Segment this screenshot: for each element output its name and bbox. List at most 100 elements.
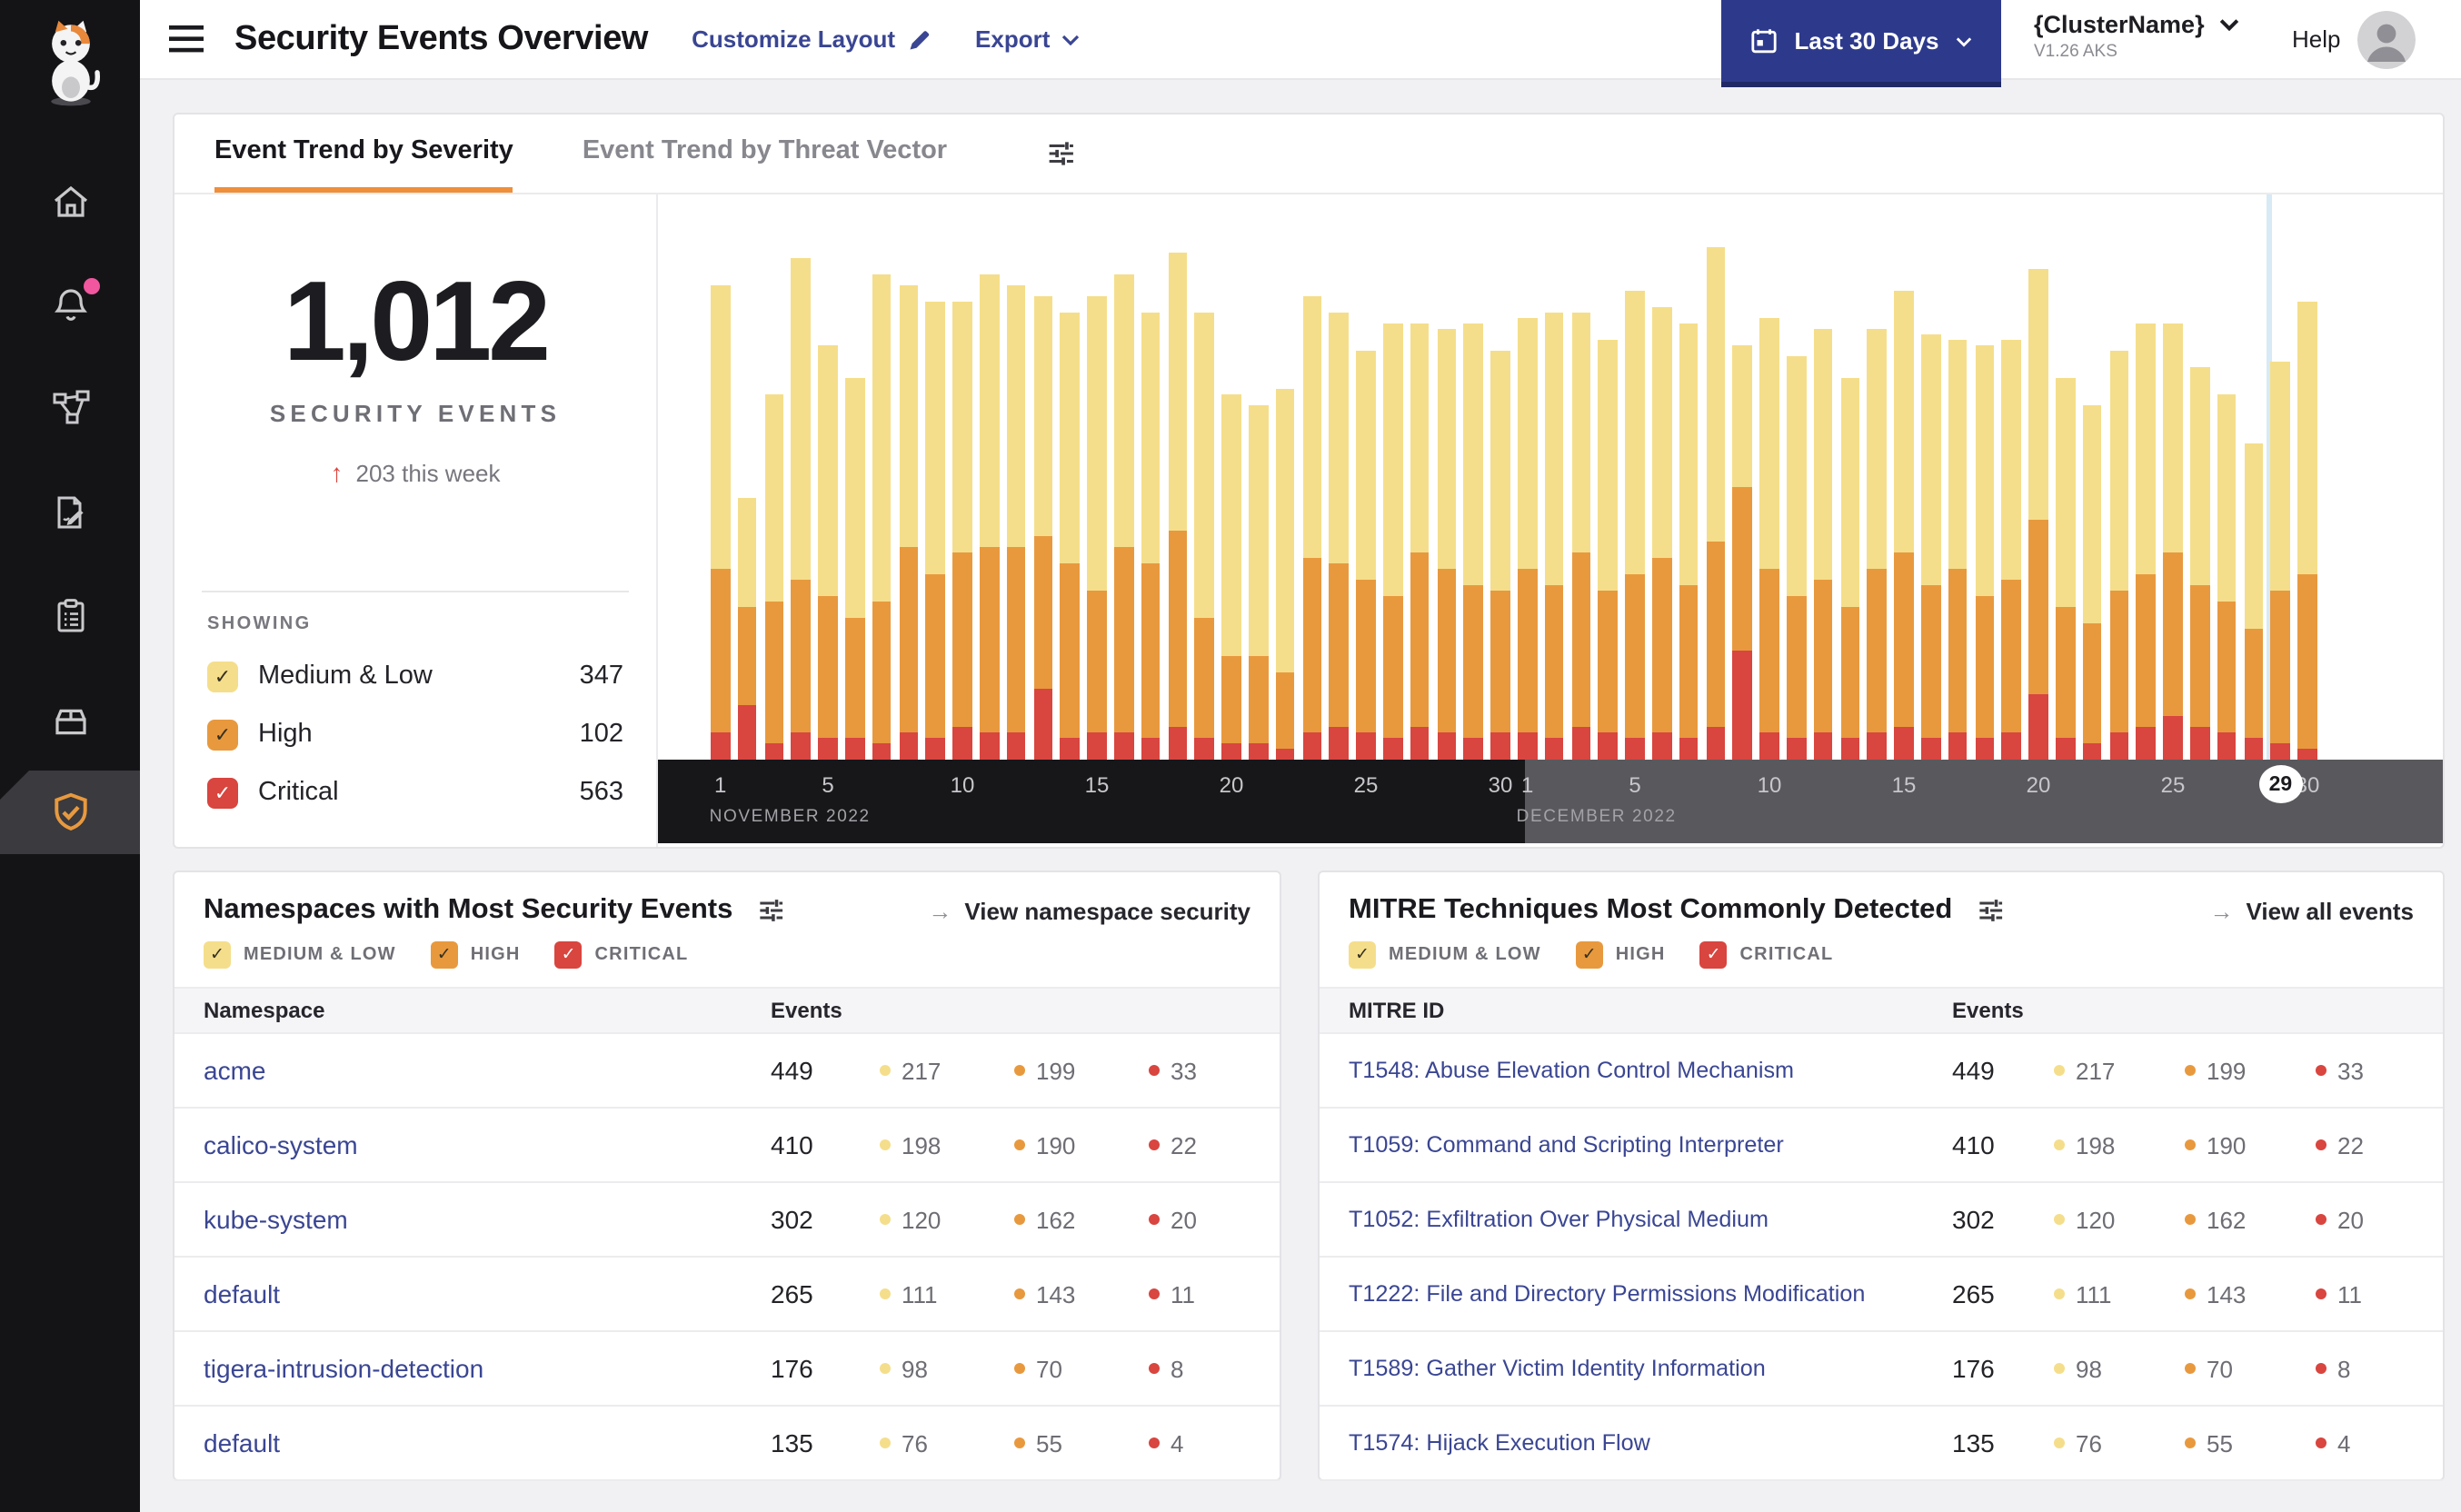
checkbox-high[interactable]: ✓ bbox=[1575, 941, 1603, 969]
namespaces-settings-icon[interactable] bbox=[756, 896, 785, 925]
chart-bar-day-7[interactable] bbox=[872, 274, 892, 760]
chart-bar-day-47[interactable] bbox=[1948, 340, 1968, 760]
sidebar-item-home[interactable] bbox=[0, 149, 140, 253]
row-link[interactable]: kube-system bbox=[204, 1205, 771, 1234]
chart-bar-day-3[interactable] bbox=[764, 394, 784, 760]
user-avatar[interactable] bbox=[2357, 11, 2416, 69]
sidebar-item-alerts[interactable] bbox=[0, 253, 140, 356]
chart-bar-day-32[interactable] bbox=[1544, 313, 1564, 760]
checkbox-high[interactable]: ✓ bbox=[207, 719, 238, 750]
chart-bar-day-58[interactable] bbox=[2244, 443, 2264, 760]
row-link[interactable]: calico-system bbox=[204, 1130, 771, 1159]
chart-bar-day-40[interactable] bbox=[1759, 318, 1779, 760]
chart-bar-day-41[interactable] bbox=[1787, 356, 1807, 760]
customize-layout-link[interactable]: Customize Layout bbox=[692, 25, 932, 53]
chart-bar-day-15[interactable] bbox=[1087, 296, 1107, 760]
legend-item-medium-low[interactable]: ✓ Medium & Low 347 bbox=[207, 647, 623, 705]
chart-bar-day-6[interactable] bbox=[845, 378, 865, 760]
view-namespace-security-link[interactable]: → View namespace security bbox=[928, 897, 1250, 924]
filter-critical[interactable]: ✓ CRITICAL bbox=[1699, 941, 1834, 969]
chart-bar-day-5[interactable] bbox=[818, 345, 838, 760]
trend-settings-icon[interactable] bbox=[1045, 138, 1076, 169]
chart-bar-day-38[interactable] bbox=[1706, 247, 1726, 760]
chart-bar-day-54[interactable] bbox=[2136, 323, 2157, 760]
chart-bar-day-45[interactable] bbox=[1894, 291, 1914, 760]
chart-bar-day-28[interactable] bbox=[1437, 329, 1457, 760]
chart-bar-day-9[interactable] bbox=[925, 302, 946, 760]
chart-bar-day-23[interactable] bbox=[1302, 296, 1322, 760]
chart-bar-day-51[interactable] bbox=[2056, 378, 2076, 760]
checkbox-high[interactable]: ✓ bbox=[430, 941, 458, 969]
chart-bar-day-21[interactable] bbox=[1249, 405, 1269, 760]
mitre-settings-icon[interactable] bbox=[1976, 896, 2005, 925]
chart-bar-day-20[interactable] bbox=[1221, 394, 1241, 760]
row-link[interactable]: acme bbox=[204, 1056, 771, 1085]
chart-bar-day-17[interactable] bbox=[1141, 313, 1161, 760]
chart-bar-day-34[interactable] bbox=[1598, 340, 1619, 760]
row-link[interactable]: T1589: Gather Victim Identity Informatio… bbox=[1349, 1356, 1952, 1381]
help-link[interactable]: Help bbox=[2292, 25, 2341, 53]
row-link[interactable]: T1574: Hijack Execution Flow bbox=[1349, 1430, 1952, 1456]
tab-event-trend-by-threat-vector[interactable]: Event Trend by Threat Vector bbox=[583, 114, 947, 193]
row-link[interactable]: T1059: Command and Scripting Interpreter bbox=[1349, 1132, 1952, 1158]
chart-bar-day-49[interactable] bbox=[2001, 340, 2022, 760]
chart-bar-day-48[interactable] bbox=[1975, 345, 1995, 760]
sidebar-item-workloads[interactable] bbox=[0, 667, 140, 771]
chart-bar-day-42[interactable] bbox=[1813, 329, 1833, 760]
chart-bar-day-25[interactable] bbox=[1356, 351, 1376, 760]
checkbox-medium-low[interactable]: ✓ bbox=[204, 941, 231, 969]
selected-day-badge[interactable]: 29 bbox=[2258, 765, 2303, 803]
export-menu[interactable]: Export bbox=[975, 25, 1079, 53]
brand-cat-logo[interactable] bbox=[34, 13, 106, 111]
tab-event-trend-by-severity[interactable]: Event Trend by Severity bbox=[214, 114, 513, 193]
chart-bar-day-56[interactable] bbox=[2190, 367, 2210, 760]
chart-bar-day-55[interactable] bbox=[2163, 323, 2183, 760]
chart-bar-day-53[interactable] bbox=[2109, 351, 2129, 760]
legend-item-high[interactable]: ✓ High 102 bbox=[207, 705, 623, 763]
row-link[interactable]: T1548: Abuse Elevation Control Mechanism bbox=[1349, 1058, 1952, 1083]
filter-medium-low[interactable]: ✓ MEDIUM & LOW bbox=[1349, 941, 1541, 969]
chart-bar-day-30[interactable] bbox=[1490, 351, 1510, 760]
checkbox-medium-low[interactable]: ✓ bbox=[207, 661, 238, 691]
chart-bar-day-26[interactable] bbox=[1383, 323, 1403, 760]
chart-bar-day-10[interactable] bbox=[952, 302, 972, 760]
chart-bar-day-31[interactable] bbox=[1518, 318, 1538, 760]
filter-critical[interactable]: ✓ CRITICAL bbox=[554, 941, 689, 969]
chart-bar-day-2[interactable] bbox=[737, 498, 757, 760]
chart-bar-day-11[interactable] bbox=[980, 274, 1000, 760]
chart-bar-day-19[interactable] bbox=[1194, 313, 1215, 760]
row-link[interactable]: tigera-intrusion-detection bbox=[204, 1354, 771, 1383]
row-link[interactable]: T1222: File and Directory Permissions Mo… bbox=[1349, 1281, 1952, 1307]
legend-item-critical[interactable]: ✓ Critical 563 bbox=[207, 763, 623, 821]
filter-high[interactable]: ✓ HIGH bbox=[1575, 941, 1666, 969]
chart-bar-day-33[interactable] bbox=[1571, 313, 1591, 760]
checkbox-critical[interactable]: ✓ bbox=[207, 777, 238, 808]
chart-bar-day-43[interactable] bbox=[1840, 378, 1860, 760]
checkbox-critical[interactable]: ✓ bbox=[554, 941, 583, 969]
chart-bar-day-46[interactable] bbox=[1921, 334, 1941, 760]
menu-toggle-button[interactable] bbox=[162, 18, 211, 60]
filter-medium-low[interactable]: ✓ MEDIUM & LOW bbox=[204, 941, 396, 969]
chart-x-axis[interactable]: 1 5 10 15 20 25 30 NOVEMBER 2022 1 5 10 15 20 25 30 DEC… bbox=[658, 760, 2443, 843]
chart-bar-day-12[interactable] bbox=[1006, 285, 1026, 760]
chart-bar-day-44[interactable] bbox=[1867, 329, 1888, 760]
row-link[interactable]: default bbox=[204, 1279, 771, 1308]
view-all-events-link[interactable]: → View all events bbox=[2209, 897, 2414, 924]
sidebar-item-compliance[interactable] bbox=[0, 563, 140, 667]
chart-bar-day-13[interactable] bbox=[1033, 296, 1053, 760]
checkbox-critical[interactable]: ✓ bbox=[1699, 941, 1728, 969]
chart-bar-day-22[interactable] bbox=[1275, 389, 1295, 760]
chart-bar-day-27[interactable] bbox=[1410, 323, 1430, 760]
chart-bar-day-35[interactable] bbox=[1625, 291, 1645, 760]
chart-bar-day-16[interactable] bbox=[1114, 274, 1134, 760]
filter-high[interactable]: ✓ HIGH bbox=[430, 941, 521, 969]
chart-bar-day-24[interactable] bbox=[1329, 313, 1350, 760]
sidebar-item-threat-defense[interactable] bbox=[0, 771, 140, 854]
chart-bar-day-29[interactable] bbox=[1463, 323, 1484, 760]
chart-bar-day-37[interactable] bbox=[1679, 323, 1699, 760]
chart-bar-day-14[interactable] bbox=[1060, 313, 1081, 760]
row-link[interactable]: default bbox=[204, 1428, 771, 1457]
chart-bar-day-1[interactable] bbox=[711, 285, 731, 760]
chart-bar-day-59[interactable] bbox=[2270, 362, 2291, 760]
date-range-button[interactable]: Last 30 Days bbox=[1721, 0, 2001, 87]
